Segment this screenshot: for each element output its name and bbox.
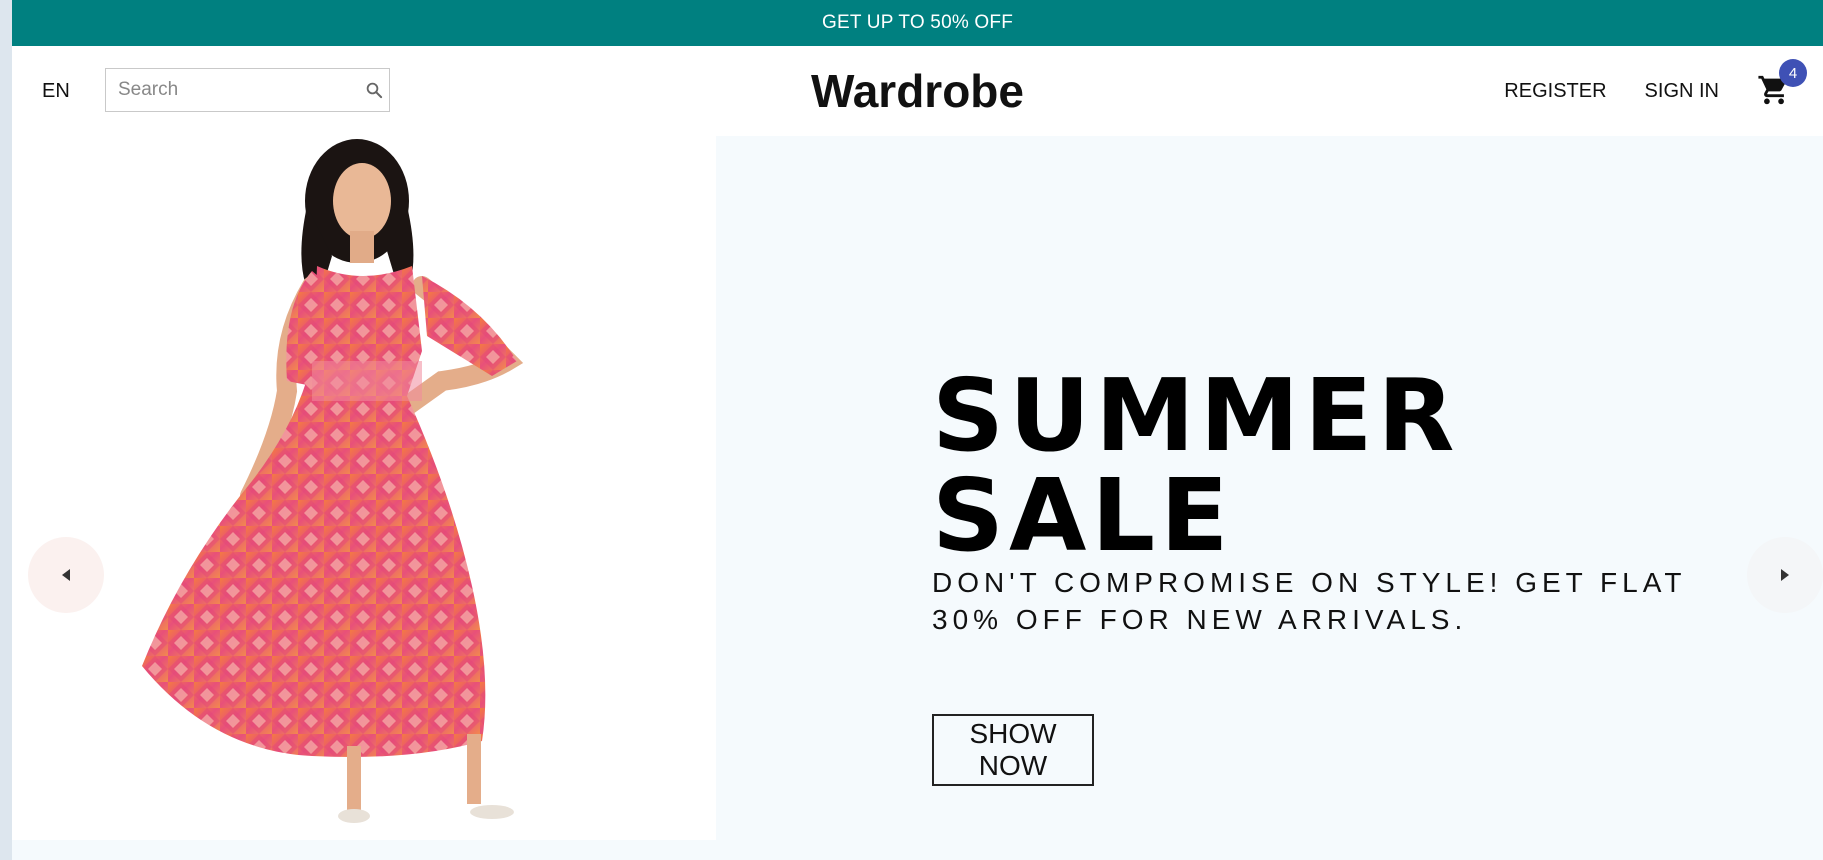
search-container: [105, 68, 390, 112]
announcement-text: GET UP TO 50% OFF: [822, 12, 1013, 33]
slide-info: SUMMER SALE DON'T COMPROMISE ON STYLE! G…: [932, 136, 1762, 840]
nav-right: REGISTER SIGN IN 4: [1504, 46, 1823, 136]
show-now-button[interactable]: SHOW NOW: [932, 714, 1094, 786]
search-input[interactable]: [116, 78, 365, 102]
hero-slider: SUMMER SALE DON'T COMPROMISE ON STYLE! G…: [12, 136, 1823, 840]
slide-title: SUMMER SALE: [932, 357, 1460, 574]
cart-button[interactable]: 4: [1757, 59, 1807, 109]
arrow-right-icon: [1781, 569, 1789, 581]
window-edge: [0, 0, 12, 860]
slider-prev-button[interactable]: [28, 537, 104, 613]
slide-description: DON'T COMPROMISE ON STYLE! GET FLAT 30% …: [932, 567, 1686, 635]
cart-count-badge: 4: [1779, 59, 1807, 87]
signin-link[interactable]: SIGN IN: [1645, 80, 1719, 103]
model-in-dress-illustration: [142, 139, 524, 823]
navbar: EN Wardrobe REGISTER SIGN IN 4: [12, 46, 1823, 136]
arrow-left-icon: [62, 569, 70, 581]
language-selector[interactable]: EN: [42, 46, 70, 136]
register-link[interactable]: REGISTER: [1504, 80, 1606, 103]
announcement-bar: GET UP TO 50% OFF: [12, 0, 1823, 46]
slider-next-button[interactable]: [1747, 537, 1823, 613]
search-icon[interactable]: [365, 79, 383, 101]
slide-image: [12, 136, 716, 840]
brand-logo[interactable]: Wardrobe: [811, 64, 1024, 118]
